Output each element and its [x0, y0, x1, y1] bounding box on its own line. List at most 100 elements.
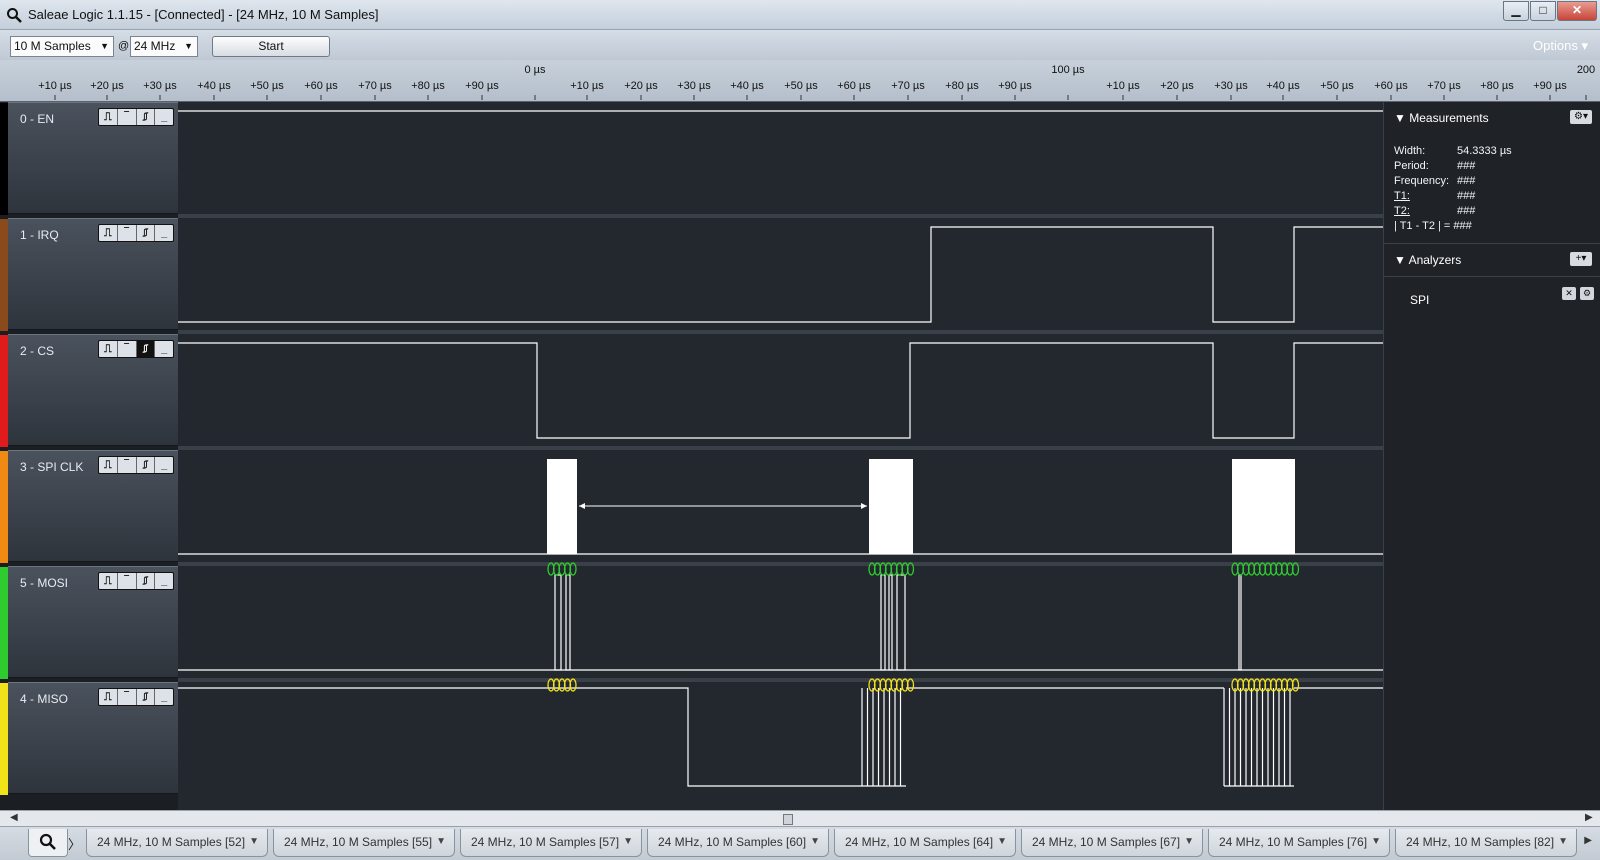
- tab-label: 24 MHz, 10 M Samples [52]: [97, 835, 246, 849]
- side-panel: ▼ Measurements ⚙▾ Width: 54.3333 µs Perio…: [1383, 102, 1600, 810]
- channel-header-mosi[interactable]: 5 - MOSI ⎍ ‾ ⎎ _: [0, 566, 178, 679]
- trigger-rising-edge-icon[interactable]: ⎍: [99, 689, 118, 705]
- close-button[interactable]: ✕: [1557, 1, 1597, 21]
- start-button[interactable]: Start: [212, 36, 330, 57]
- trigger-low-icon[interactable]: _: [155, 225, 173, 241]
- analyzer-spi[interactable]: SPI: [1410, 293, 1429, 307]
- tab-label: 24 MHz, 10 M Samples [64]: [845, 835, 994, 849]
- sample-rate-select[interactable]: 24 MHz ▼: [130, 36, 198, 57]
- trigger-high-icon[interactable]: ‾: [118, 573, 137, 589]
- measurement-t2[interactable]: T2: ###: [1394, 205, 1475, 217]
- ruler-tick-label: +40 µs: [730, 80, 764, 92]
- trigger-falling-edge-icon[interactable]: ⎎: [137, 457, 156, 473]
- chevron-down-icon[interactable]: ▼: [1184, 829, 1194, 855]
- trigger-low-icon[interactable]: _: [155, 573, 173, 589]
- capture-tab[interactable]: 24 MHz, 10 M Samples [57] ▼: [460, 829, 642, 857]
- chevron-down-icon[interactable]: ▼: [810, 829, 820, 855]
- sample-count-select[interactable]: 10 M Samples ▼: [10, 36, 114, 57]
- measurement-value: ###: [1457, 205, 1476, 217]
- trigger-high-icon[interactable]: ‾: [118, 689, 137, 705]
- mosi-pulse: [896, 574, 906, 671]
- scroll-right-arrow-icon[interactable]: ▶: [1585, 812, 1593, 823]
- add-analyzer-button[interactable]: +▾: [1570, 252, 1592, 266]
- trigger-falling-edge-icon[interactable]: ⎎: [137, 109, 156, 125]
- tab-label: 24 MHz, 10 M Samples [82]: [1406, 835, 1555, 849]
- channel-header-irq[interactable]: 1 - IRQ ⎍ ‾ ⎎ _: [0, 218, 178, 331]
- trigger-low-icon[interactable]: _: [155, 457, 173, 473]
- trigger-high-icon[interactable]: ‾: [118, 457, 137, 473]
- timing-marker-t2-link[interactable]: T2:: [1394, 205, 1457, 217]
- chevron-down-icon[interactable]: ▼: [1371, 829, 1381, 855]
- channel-header-spi-clk[interactable]: 3 - SPI CLK ⎍ ‾ ⎎ _: [0, 450, 178, 563]
- capture-tab[interactable]: 24 MHz, 10 M Samples [64] ▼: [834, 829, 1016, 857]
- chevron-down-icon[interactable]: ▼: [1558, 829, 1568, 855]
- capture-tab[interactable]: 24 MHz, 10 M Samples [67] ▼: [1021, 829, 1203, 857]
- trigger-low-icon[interactable]: _: [155, 689, 173, 705]
- channel-header-cs[interactable]: 2 - CS ⎍ ‾ ⎎ _: [0, 334, 178, 447]
- scroll-left-arrow-icon[interactable]: ◀: [10, 812, 18, 823]
- clock-burst: [869, 459, 913, 554]
- tabs-overflow-arrow-icon[interactable]: ▶: [1584, 835, 1592, 846]
- ruler-tick-label: 0 µs: [524, 64, 546, 76]
- trigger-falling-edge-icon[interactable]: ⎎: [137, 225, 156, 241]
- remove-analyzer-close-icon[interactable]: ✕: [1562, 287, 1576, 300]
- time-ruler[interactable]: +10 µs +20 µs +30 µs +40 µs +50 µs +60 µs +70 …: [0, 60, 1600, 102]
- clock-burst: [1232, 459, 1295, 554]
- trigger-rising-edge-icon[interactable]: ⎍: [99, 573, 118, 589]
- tab-label: 24 MHz, 10 M Samples [67]: [1032, 835, 1181, 849]
- ruler-tick-label: +40 µs: [197, 80, 231, 92]
- waveform-canvas: [178, 110, 1383, 787]
- trigger-low-icon[interactable]: _: [155, 341, 173, 357]
- measurements-title: Measurements: [1409, 111, 1489, 125]
- channel-color-stripe: [0, 335, 8, 447]
- analyzers-header[interactable]: ▼ Analyzers: [1394, 253, 1461, 267]
- maximize-button[interactable]: □: [1530, 1, 1556, 21]
- trigger-high-icon[interactable]: ‾: [118, 109, 137, 125]
- channel-header-miso[interactable]: 4 - MISO ⎍ ‾ ⎎ _: [0, 682, 178, 795]
- ruler-tick-label: +20 µs: [90, 80, 124, 92]
- capture-tab[interactable]: 24 MHz, 10 M Samples [76] ▼: [1208, 829, 1390, 857]
- capture-tab[interactable]: 24 MHz, 10 M Samples [82] ▼: [1395, 829, 1577, 857]
- timing-marker-t1-link[interactable]: T1:: [1394, 190, 1457, 202]
- ruler-tick-label: +30 µs: [1214, 80, 1248, 92]
- analyzer-settings-gear-icon[interactable]: ⚙: [1580, 287, 1594, 300]
- ruler-tick-label: +30 µs: [677, 80, 711, 92]
- horizontal-scrollbar[interactable]: ◀ ▶: [0, 810, 1600, 826]
- trigger-rising-edge-icon[interactable]: ⎍: [99, 225, 118, 241]
- channel-name: 5 - MOSI: [20, 576, 69, 590]
- measurement-label: | T1 - T2 | =: [1394, 220, 1451, 232]
- chevron-down-icon[interactable]: ▼: [997, 829, 1007, 855]
- trigger-falling-edge-icon[interactable]: ⎎: [137, 689, 156, 705]
- row-separator: [178, 214, 1383, 218]
- waveform-plot[interactable]: [178, 102, 1383, 810]
- minimize-button[interactable]: ▁: [1503, 1, 1529, 21]
- trigger-falling-edge-icon[interactable]: ⎎: [136, 341, 156, 357]
- capture-tab[interactable]: 24 MHz, 10 M Samples [60] ▼: [647, 829, 829, 857]
- trigger-low-icon[interactable]: _: [155, 109, 173, 125]
- trigger-high-icon[interactable]: ‾: [118, 341, 137, 357]
- ruler-tick-label: +90 µs: [998, 80, 1032, 92]
- chevron-down-icon[interactable]: ▼: [436, 829, 446, 855]
- chevron-down-icon[interactable]: ▼: [249, 829, 259, 855]
- options-button[interactable]: Options ▾: [1533, 38, 1588, 54]
- channel-header-en[interactable]: 0 - EN ⎍ ‾ ⎎ _: [0, 102, 178, 215]
- ruler-tick-label: +10 µs: [38, 80, 72, 92]
- capture-tab[interactable]: 24 MHz, 10 M Samples [55] ▼: [273, 829, 455, 857]
- ruler-tick-label: +50 µs: [1320, 80, 1354, 92]
- measurement-value: ###: [1457, 160, 1476, 172]
- measurements-header[interactable]: ▼ Measurements: [1394, 111, 1489, 125]
- chevron-down-icon[interactable]: ▼: [623, 829, 633, 855]
- trigger-rising-edge-icon[interactable]: ⎍: [99, 457, 118, 473]
- search-tab[interactable]: [28, 829, 68, 857]
- mosi-pulse: [888, 574, 893, 671]
- trigger-rising-edge-icon[interactable]: ⎍: [99, 341, 118, 357]
- scrollbar-thumb[interactable]: [783, 814, 793, 825]
- trigger-falling-edge-icon[interactable]: ⎎: [137, 573, 156, 589]
- tabs-scroll-right-icon[interactable]: 〉: [68, 834, 81, 853]
- measurement-t1[interactable]: T1: ###: [1394, 190, 1475, 202]
- measurements-settings-gear-icon[interactable]: ⚙▾: [1570, 110, 1592, 124]
- trigger-rising-edge-icon[interactable]: ⎍: [99, 109, 118, 125]
- capture-tab[interactable]: 24 MHz, 10 M Samples [52] ▼: [86, 829, 268, 857]
- trigger-high-icon[interactable]: ‾: [118, 225, 137, 241]
- trigger-buttons: ⎍ ‾ ⎎ _: [98, 340, 174, 358]
